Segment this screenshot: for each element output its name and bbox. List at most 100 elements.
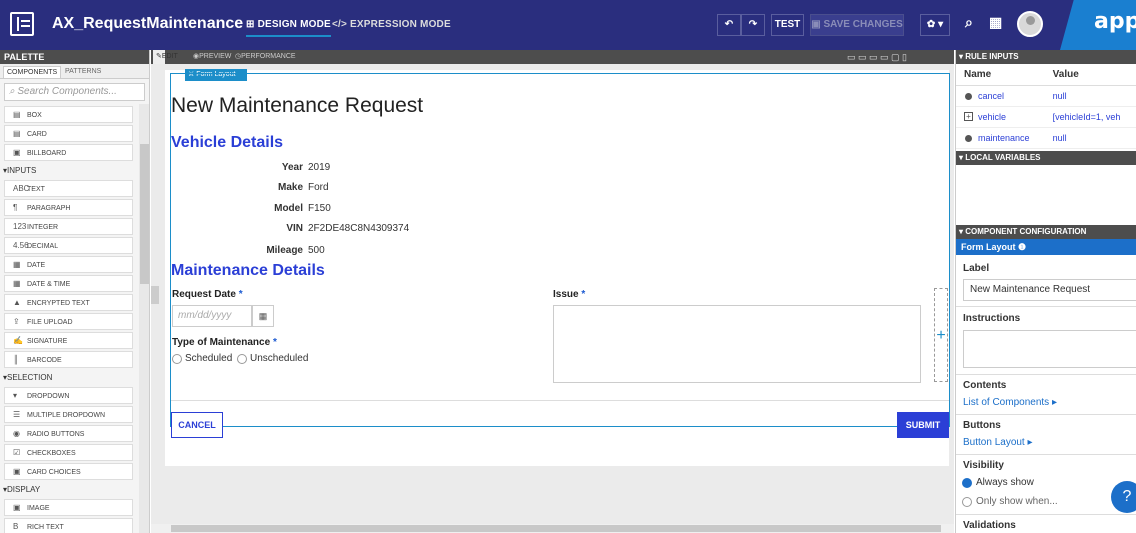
radio-scheduled[interactable]	[172, 354, 182, 364]
user-avatar[interactable]	[1017, 11, 1043, 37]
local-variables-title: LOCAL VARIABLES	[965, 153, 1041, 162]
rule-input-value: null	[1044, 85, 1136, 107]
maintenance-details-heading: Maintenance Details	[171, 262, 325, 279]
vin-value: 2F2DE48C8N4309374	[308, 223, 410, 234]
grid-navigation-icon[interactable]: ▦	[989, 14, 1002, 31]
palette-section-label: SELECTION	[7, 373, 53, 382]
palette-item-label: ENCRYPTED TEXT	[27, 300, 90, 307]
rule-input-name[interactable]: + vehicle	[956, 106, 1045, 128]
calendar-icon[interactable]: ▦	[252, 305, 274, 327]
palette-item[interactable]: ▾ DROPDOWN	[4, 387, 133, 404]
palette-item-label: BOX	[27, 112, 42, 119]
tab-patterns[interactable]: PATTERNS	[62, 66, 104, 77]
submit-button[interactable]: SUBMIT	[897, 412, 949, 438]
device-preview-icons[interactable]: ▭ ▭ ▭ ▭ ▢ ▯	[847, 50, 907, 64]
palette-item-label: DROPDOWN	[27, 393, 70, 400]
expand-plus-icon[interactable]: +	[964, 111, 973, 121]
palette-item[interactable]: ║ BARCODE	[4, 351, 133, 368]
app-logo-icon[interactable]	[10, 12, 34, 36]
palette-section-header[interactable]: ▾SELECTION	[0, 370, 136, 385]
settings-gear-button[interactable]: ✿ ▾	[920, 14, 950, 36]
local-variables-header[interactable]: ▾ LOCAL VARIABLES	[956, 151, 1136, 165]
palette-item[interactable]: ☑ CHECKBOXES	[4, 444, 133, 461]
palette-scrollbar-thumb[interactable]	[140, 144, 149, 284]
component-icon: ⇪	[13, 317, 20, 326]
visibility-label: Visibility	[963, 460, 1004, 471]
palette-item[interactable]: ✍ SIGNATURE	[4, 332, 133, 349]
request-date-label: Request Date *	[172, 289, 243, 300]
issue-textarea[interactable]	[553, 305, 921, 383]
component-icon: ║	[13, 355, 19, 364]
palette-item-label: CHECKBOXES	[27, 450, 76, 457]
palette-item[interactable]: ☰ MULTIPLE DROPDOWN	[4, 406, 133, 423]
instructions-field-input[interactable]	[963, 330, 1136, 368]
visibility-always-radio[interactable]	[962, 478, 972, 488]
collapse-palette-handle[interactable]	[151, 286, 159, 304]
component-configuration-header[interactable]: ▾ COMPONENT CONFIGURATION	[956, 225, 1136, 239]
editor-scrollbar-thumb[interactable]	[171, 525, 941, 532]
component-icon: ✍	[13, 336, 23, 345]
palette-section-header[interactable]: ▾DISPLAY	[0, 482, 136, 497]
palette-item[interactable]: ▲ ENCRYPTED TEXT	[4, 294, 133, 311]
component-search-input[interactable]: ⌕ Search Components...	[4, 83, 145, 101]
palette-item[interactable]: B RICH TEXT	[4, 518, 133, 533]
help-info-icon[interactable]: ❶	[1018, 242, 1026, 252]
design-mode-tab[interactable]: ⊞ DESIGN MODE	[246, 19, 331, 37]
date-placeholder: mm/dd/yyyy	[178, 310, 232, 321]
palette-item[interactable]: ▤ BOX	[4, 106, 133, 123]
expression-mode-tab[interactable]: </> EXPRESSION MODE	[332, 19, 451, 30]
palette-item[interactable]: ▣ IMAGE	[4, 499, 133, 516]
redo-button[interactable]: ↷	[741, 14, 765, 36]
palette-item[interactable]: ▦ DATE & TIME	[4, 275, 133, 292]
tab-preview[interactable]: ◉ PREVIEW	[193, 50, 231, 64]
palette-item[interactable]: ▣ BILLBOARD	[4, 144, 133, 161]
request-date-input[interactable]: mm/dd/yyyy	[172, 305, 252, 327]
table-row[interactable]: cancel null	[956, 85, 1136, 107]
palette-item[interactable]: ¶ PARAGRAPH	[4, 199, 133, 216]
label-field-input[interactable]: New Maintenance Request	[963, 279, 1136, 301]
tab-edit-label: EDIT	[161, 53, 178, 60]
cancel-button[interactable]: CANCEL	[171, 412, 223, 438]
tab-performance[interactable]: ◷ PERFORMANCE	[235, 50, 296, 64]
brand-logo: appia	[1060, 0, 1136, 50]
palette-item[interactable]: ◉ RADIO BUTTONS	[4, 425, 133, 442]
save-changes-button[interactable]: ▣ SAVE CHANGES	[810, 14, 904, 36]
test-button[interactable]: TEST	[771, 14, 804, 36]
component-icon: ☑	[13, 448, 21, 457]
palette-item[interactable]: ▤ CARD	[4, 125, 133, 142]
add-column-plus-icon[interactable]: +	[934, 288, 948, 382]
palette-item[interactable]: 4.56DECIMAL	[4, 237, 133, 254]
undo-button[interactable]: ↶	[717, 14, 741, 36]
palette-item-label: TEXT	[27, 186, 45, 193]
palette-item[interactable]: ▣ CARD CHOICES	[4, 463, 133, 480]
rule-input-value: [vehicleId=1, veh	[1044, 106, 1136, 128]
table-row[interactable]: maintenance null	[956, 127, 1136, 149]
palette-item[interactable]: ⇪ FILE UPLOAD	[4, 313, 133, 330]
component-icon: ▦	[13, 260, 21, 269]
palette-item[interactable]: AbcTEXT	[4, 180, 133, 197]
visibility-conditional-radio[interactable]	[962, 497, 972, 507]
palette-section-header[interactable]: ▾INPUTS	[0, 163, 136, 178]
object-search-icon[interactable]: ⌕	[965, 14, 973, 31]
required-marker: *	[238, 289, 243, 300]
tab-components[interactable]: COMPONENTS	[3, 66, 62, 78]
editor-horizontal-scrollbar[interactable]	[151, 524, 954, 533]
palette-scrollbar[interactable]	[139, 104, 149, 533]
palette-item[interactable]: ▦ DATE	[4, 256, 133, 273]
contents-link[interactable]: List of Components ▸	[963, 397, 1057, 408]
rule-inputs-title: RULE INPUTS	[965, 52, 1019, 61]
label-field-label: Label	[963, 263, 990, 274]
help-button[interactable]: ?	[1111, 481, 1136, 513]
buttons-link[interactable]: Button Layout ▸	[963, 437, 1033, 448]
palette-item[interactable]: 123INTEGER	[4, 218, 133, 235]
radio-unscheduled[interactable]	[237, 354, 247, 364]
field-dot-icon	[965, 92, 972, 100]
rule-input-name[interactable]: cancel	[956, 85, 1045, 107]
rule-inputs-header[interactable]: ▾ RULE INPUTS	[956, 50, 1136, 64]
table-row[interactable]: + vehicle [vehicleId=1, veh	[956, 106, 1136, 128]
save-changes-label: SAVE CHANGES	[823, 19, 903, 30]
rule-input-name[interactable]: maintenance	[956, 127, 1045, 149]
tab-edit[interactable]: ✎ EDIT	[153, 50, 178, 64]
component-icon: ▣	[13, 467, 21, 476]
field-dot-icon	[965, 134, 972, 142]
